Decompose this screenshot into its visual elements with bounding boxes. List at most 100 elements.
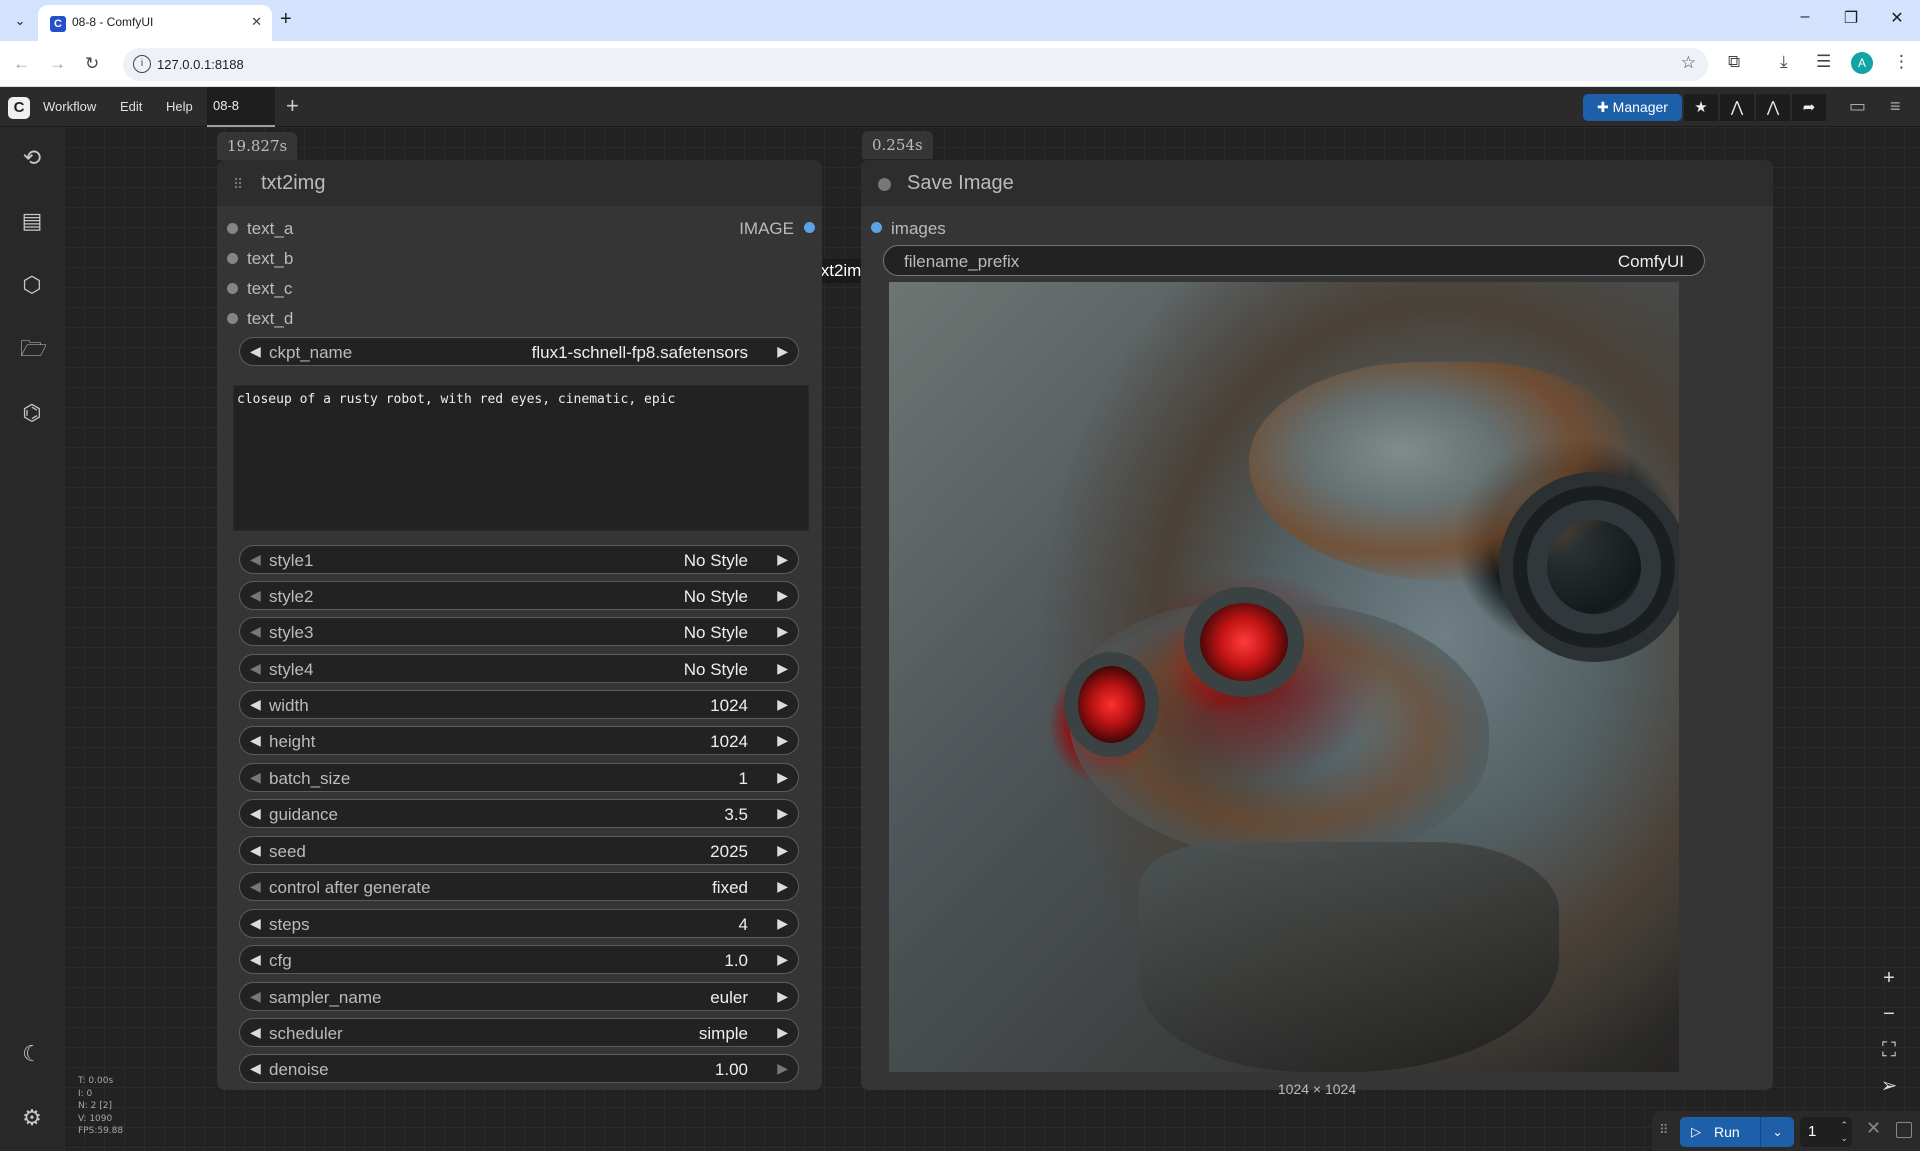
url-text[interactable]: 127.0.0.1:8188: [157, 57, 244, 72]
profile-avatar[interactable]: A: [1851, 52, 1873, 74]
zoom-out-icon[interactable]: −: [1872, 997, 1906, 1031]
close-window-icon[interactable]: ✕: [1874, 8, 1920, 28]
settings-gear-icon[interactable]: ⚙: [20, 1106, 44, 1130]
decrement-arrow-icon[interactable]: ◀: [250, 988, 261, 1005]
increment-arrow-icon[interactable]: ▶: [777, 1060, 788, 1077]
zoom-in-icon[interactable]: +: [1872, 961, 1906, 995]
style1-combo[interactable]: ◀ style1 No Style ▶: [239, 545, 799, 574]
manager-button[interactable]: ✚ Manager: [1583, 94, 1682, 121]
minimize-icon[interactable]: –: [1782, 8, 1828, 26]
input-slot-text-a[interactable]: text_a IMAGE: [217, 217, 822, 239]
workflow-tab[interactable]: 08-8: [207, 87, 275, 127]
decrement-arrow-icon[interactable]: ◀: [250, 951, 261, 968]
style3-combo[interactable]: ◀ style3 No Style ▶: [239, 617, 799, 646]
increment-arrow-icon[interactable]: ▶: [777, 988, 788, 1005]
history-icon[interactable]: ⟲: [20, 146, 44, 170]
steps-number[interactable]: ◀ steps 4 ▶: [239, 909, 799, 938]
height-number[interactable]: ◀ height 1024 ▶: [239, 726, 799, 755]
panel-toggle-icon[interactable]: ▭: [1849, 96, 1866, 117]
theme-moon-icon[interactable]: ☾: [20, 1042, 44, 1066]
increment-arrow-icon[interactable]: ▶: [777, 732, 788, 749]
pointer-mode-icon[interactable]: ➢: [1872, 1069, 1906, 1103]
downloads-icon[interactable]: ⤓: [1780, 52, 1788, 72]
ckpt-name-combo[interactable]: ◀ ckpt_name flux1-schnell-fp8.safetensor…: [239, 337, 799, 366]
batch-size-number[interactable]: ◀ batch_size 1 ▶: [239, 763, 799, 792]
denoise-number[interactable]: ◀ denoise 1.00 ▶: [239, 1054, 799, 1083]
increment-arrow-icon[interactable]: ▶: [777, 1024, 788, 1041]
menu-edit[interactable]: Edit: [120, 99, 142, 114]
menu-workflow[interactable]: Workflow: [43, 99, 96, 114]
comfyui-logo-icon[interactable]: C: [8, 97, 30, 119]
increment-arrow-icon[interactable]: ▶: [777, 343, 788, 360]
reading-list-icon[interactable]: ☰: [1816, 52, 1831, 72]
decrement-arrow-icon[interactable]: ◀: [250, 915, 261, 932]
increment-arrow-icon[interactable]: ▶: [777, 769, 788, 786]
decrement-arrow-icon[interactable]: ◀: [250, 732, 261, 749]
style4-combo[interactable]: ◀ style4 No Style ▶: [239, 654, 799, 683]
filename-prefix-field[interactable]: filename_prefix ComfyUI: [883, 245, 1705, 276]
workflows-folder-icon[interactable]: 🗁: [20, 337, 47, 361]
reload-icon[interactable]: ↻: [85, 54, 99, 74]
model-icon-a[interactable]: ⋀: [1720, 94, 1754, 121]
increment-arrow-icon[interactable]: ▶: [777, 623, 788, 640]
model-icon-b[interactable]: ⋀: [1756, 94, 1790, 121]
increment-arrow-icon[interactable]: ▶: [777, 660, 788, 677]
input-dot[interactable]: [227, 253, 238, 264]
queue-list-icon[interactable]: ▤: [20, 209, 44, 233]
txt2img-node-header[interactable]: ⠿ txt2img: [217, 160, 822, 206]
input-dot[interactable]: [871, 222, 882, 233]
seed-number[interactable]: ◀ seed 2025 ▶: [239, 836, 799, 865]
address-bar[interactable]: i 127.0.0.1:8188 ☆: [123, 48, 1708, 81]
bookmark-star-icon[interactable]: ☆: [1681, 53, 1696, 73]
guidance-number[interactable]: ◀ guidance 3.5 ▶: [239, 799, 799, 828]
decrement-arrow-icon[interactable]: ◀: [250, 660, 261, 677]
browser-tab[interactable]: C 08-8 - ComfyUI ✕: [38, 5, 272, 41]
browser-menu-icon[interactable]: ⋮: [1893, 52, 1910, 72]
back-arrow-icon[interactable]: ←: [13, 54, 30, 74]
model-library-cube-icon[interactable]: ⬡: [20, 273, 44, 297]
decrement-arrow-icon[interactable]: ◀: [250, 696, 261, 713]
input-dot[interactable]: [227, 313, 238, 324]
decrement-arrow-icon[interactable]: ◀: [250, 842, 261, 859]
decrement-arrow-icon[interactable]: ◀: [250, 805, 261, 822]
increment-arrow-icon[interactable]: ▶: [777, 551, 788, 568]
add-workflow-plus-icon[interactable]: +: [286, 93, 299, 119]
output-dot[interactable]: [804, 222, 815, 233]
new-tab-plus-icon[interactable]: +: [280, 8, 292, 31]
menu-help[interactable]: Help: [166, 99, 193, 114]
site-info-icon[interactable]: i: [133, 55, 151, 73]
batch-count-input[interactable]: 1 ⌃ ⌄: [1800, 1117, 1852, 1147]
decrement-arrow-icon[interactable]: ◀: [250, 1060, 261, 1077]
width-number[interactable]: ◀ width 1024 ▶: [239, 690, 799, 719]
scheduler-combo[interactable]: ◀ scheduler simple ▶: [239, 1018, 799, 1047]
run-mode-dropdown-chevron-icon[interactable]: ⌄: [1760, 1117, 1794, 1147]
sampler-name-combo[interactable]: ◀ sampler_name euler ▶: [239, 982, 799, 1011]
graph-canvas[interactable]: 19.827s 0.254s txt2img 🦊 ⠿ txt2img text_…: [64, 127, 1920, 1151]
restore-icon[interactable]: ❐: [1828, 8, 1874, 28]
cancel-x-icon[interactable]: ✕: [1866, 1118, 1881, 1139]
decrement-arrow-icon[interactable]: ◀: [250, 1024, 261, 1041]
star-icon[interactable]: ★: [1684, 94, 1718, 121]
output-image-preview[interactable]: [889, 282, 1679, 1072]
close-tab-icon[interactable]: ✕: [251, 14, 262, 30]
prompt-textarea[interactable]: closeup of a rusty robot, with red eyes,…: [233, 385, 809, 531]
forward-arrow-icon[interactable]: →: [49, 54, 66, 74]
input-dot[interactable]: [227, 283, 238, 294]
increment-arrow-icon[interactable]: ▶: [777, 805, 788, 822]
increment-arrow-icon[interactable]: ▶: [777, 951, 788, 968]
extensions-icon[interactable]: ⧉: [1728, 52, 1740, 72]
decrement-arrow-icon[interactable]: ◀: [250, 587, 261, 604]
fit-view-icon[interactable]: ⛶: [1872, 1033, 1906, 1067]
run-button[interactable]: ▷ Run: [1680, 1117, 1760, 1147]
save-image-node-header[interactable]: Save Image: [861, 160, 1773, 206]
style2-combo[interactable]: ◀ style2 No Style ▶: [239, 581, 799, 610]
input-dot[interactable]: [227, 223, 238, 234]
drag-grip-icon[interactable]: ⠿: [1659, 1122, 1669, 1138]
queue-panel-square-icon[interactable]: [1896, 1122, 1912, 1138]
control-after-generate-combo[interactable]: ◀ control after generate fixed ▶: [239, 872, 799, 901]
txt2img-node[interactable]: ⠿ txt2img text_a IMAGE text_b text_c tex…: [217, 160, 822, 1090]
decrement-chevron-icon[interactable]: ⌄: [1840, 1123, 1848, 1151]
increment-arrow-icon[interactable]: ▶: [777, 587, 788, 604]
decrement-arrow-icon[interactable]: ◀: [250, 551, 261, 568]
share-arrow-icon[interactable]: ➦: [1792, 94, 1826, 121]
